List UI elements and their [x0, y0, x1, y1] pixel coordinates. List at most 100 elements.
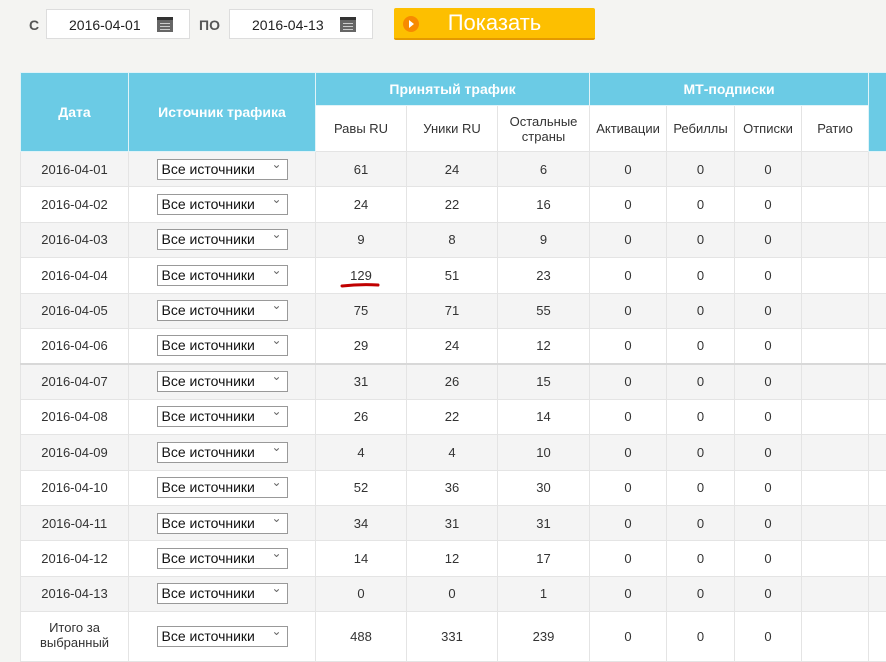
extra-cell	[869, 399, 886, 434]
show-button[interactable]: Показать	[394, 8, 595, 40]
value-cell: 0	[735, 152, 802, 187]
header-extra	[869, 73, 886, 152]
source-cell: Все источники	[129, 399, 316, 434]
value-cell: 34	[316, 505, 407, 540]
value-cell: 4	[316, 435, 407, 470]
table-row: 2016-04-12Все источники141217000	[21, 541, 886, 576]
value-cell: 8	[407, 222, 498, 257]
source-select[interactable]: Все источники	[157, 442, 288, 463]
date-cell: 2016-04-09	[21, 435, 129, 470]
value-cell: 0	[735, 541, 802, 576]
extra-cell	[869, 576, 886, 611]
subheader: Отписки	[735, 106, 802, 152]
date-filter: С 2016-04-01 ПО 2016-04-13 Показать	[0, 8, 886, 40]
value-cell: 0	[667, 612, 735, 662]
table-row: 2016-04-09Все источники4410000	[21, 435, 886, 470]
value-cell: 12	[498, 328, 590, 363]
value-cell: 0	[735, 576, 802, 611]
value-cell: 23	[498, 258, 590, 293]
value-cell: 0	[667, 435, 735, 470]
source-cell: Все источники	[129, 505, 316, 540]
source-select[interactable]: Все источники	[157, 300, 288, 321]
source-select[interactable]: Все источники	[157, 583, 288, 604]
value-cell: 0	[735, 187, 802, 222]
value-cell: 14	[498, 399, 590, 434]
value-cell	[802, 399, 869, 434]
value-cell: 55	[498, 293, 590, 328]
source-select[interactable]: Все источники	[157, 335, 288, 356]
subheader: Ратио	[802, 106, 869, 152]
table-row: 2016-04-08Все источники262214000	[21, 399, 886, 434]
value-cell: 0	[667, 364, 735, 399]
date-cell: Итого за выбранный	[21, 612, 129, 662]
source-cell: Все источники	[129, 364, 316, 399]
date-cell: 2016-04-05	[21, 293, 129, 328]
source-select[interactable]: Все источники	[157, 159, 288, 180]
value-cell: 0	[735, 505, 802, 540]
subheader: Остальные страны	[498, 106, 590, 152]
value-cell: 0	[667, 222, 735, 257]
value-cell: 31	[407, 505, 498, 540]
value-cell	[802, 152, 869, 187]
table-row: 2016-04-13Все источники001000	[21, 576, 886, 611]
red-underline-annotation	[340, 281, 382, 291]
value-cell: 0	[735, 258, 802, 293]
table-row: 2016-04-07Все источники312615000	[21, 364, 886, 399]
table-row: 2016-04-05Все источники757155000	[21, 293, 886, 328]
value-cell: 0	[667, 152, 735, 187]
value-cell: 31	[498, 505, 590, 540]
value-cell: 26	[316, 399, 407, 434]
value-cell	[802, 328, 869, 363]
value-cell	[802, 505, 869, 540]
value-cell: 0	[667, 258, 735, 293]
value-cell	[802, 187, 869, 222]
value-cell: 239	[498, 612, 590, 662]
date-cell: 2016-04-13	[21, 576, 129, 611]
table-row: 2016-04-04Все источники1295123000	[21, 258, 886, 293]
extra-cell	[869, 258, 886, 293]
value-cell: 6	[498, 152, 590, 187]
date-cell: 2016-04-10	[21, 470, 129, 505]
value-cell: 4	[407, 435, 498, 470]
value-cell: 0	[735, 328, 802, 363]
value-cell: 331	[407, 612, 498, 662]
to-date-input[interactable]: 2016-04-13	[229, 9, 373, 39]
source-select[interactable]: Все источники	[157, 406, 288, 427]
value-cell: 52	[316, 470, 407, 505]
value-cell: 0	[667, 576, 735, 611]
value-cell: 0	[316, 576, 407, 611]
value-cell: 12	[407, 541, 498, 576]
value-cell: 0	[735, 222, 802, 257]
table-row: 2016-04-03Все источники989000	[21, 222, 886, 257]
header-traffic: Принятый трафик	[316, 73, 590, 106]
header-mt: МТ-подписки	[590, 73, 869, 106]
subheader: Равы RU	[316, 106, 407, 152]
calendar-icon[interactable]	[340, 17, 356, 32]
value-cell: 75	[316, 293, 407, 328]
source-select[interactable]: Все источники	[157, 194, 288, 215]
value-cell	[802, 293, 869, 328]
value-cell: 30	[498, 470, 590, 505]
from-date-input[interactable]: 2016-04-01	[46, 9, 190, 39]
calendar-icon[interactable]	[157, 17, 173, 32]
value-cell: 0	[735, 293, 802, 328]
extra-cell	[869, 293, 886, 328]
value-cell	[802, 258, 869, 293]
source-select[interactable]: Все источники	[157, 477, 288, 498]
source-select[interactable]: Все источники	[157, 229, 288, 250]
value-cell: 16	[498, 187, 590, 222]
source-select[interactable]: Все источники	[157, 513, 288, 534]
source-select[interactable]: Все источники	[157, 548, 288, 569]
source-select[interactable]: Все источники	[157, 265, 288, 286]
date-cell: 2016-04-12	[21, 541, 129, 576]
source-select[interactable]: Все источники	[157, 371, 288, 392]
date-cell: 2016-04-06	[21, 328, 129, 363]
source-cell: Все источники	[129, 328, 316, 363]
value-cell: 0	[667, 470, 735, 505]
date-cell: 2016-04-04	[21, 258, 129, 293]
value-cell: 15	[498, 364, 590, 399]
value-cell: 0	[590, 399, 667, 434]
value-cell: 0	[590, 328, 667, 363]
value-cell: 0	[667, 293, 735, 328]
source-cell: Все источники	[129, 152, 316, 187]
